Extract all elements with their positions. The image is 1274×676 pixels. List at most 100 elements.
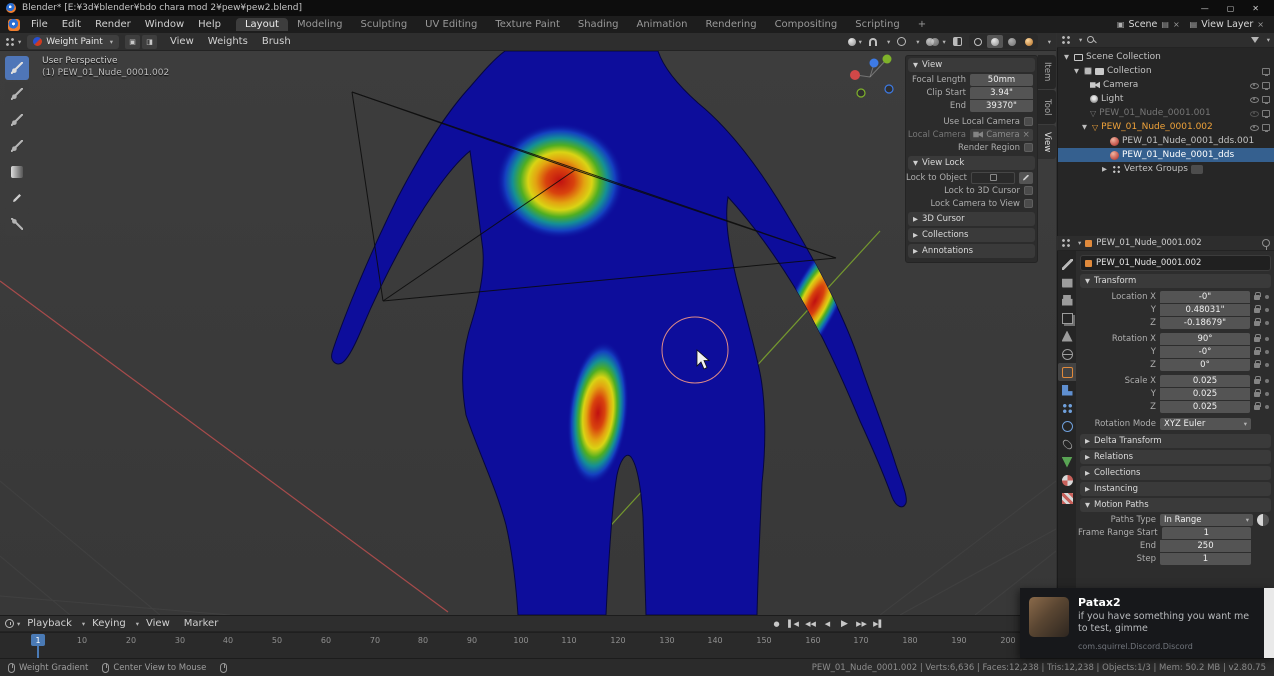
navigation-gizmo[interactable] (850, 55, 893, 98)
disable-in-renders-icon[interactable] (1262, 110, 1270, 117)
tab-object-properties[interactable] (1058, 363, 1076, 381)
collections-panel-header[interactable]: ▶Collections (908, 228, 1035, 242)
workspace-tab-uv-editing[interactable]: UV Editing (416, 18, 486, 31)
prev-keyframe-button[interactable]: ◀◀ (803, 617, 818, 631)
disable-in-renders-icon[interactable] (1262, 68, 1270, 75)
new-scene-button[interactable]: ▤ (1161, 20, 1169, 29)
instancing-panel-header[interactable]: ▶Instancing (1080, 482, 1271, 496)
add-workspace-button[interactable]: + (909, 18, 935, 31)
view-layer-selector[interactable]: ▤ View Layer × (1190, 19, 1264, 30)
outliner-row-mesh-001[interactable]: ▽PEW_01_Nude_0001.001 (1058, 106, 1274, 120)
lock-icon[interactable] (1254, 402, 1261, 411)
snap-magnet-icon[interactable] (869, 38, 877, 46)
local-camera-field[interactable]: Camera× (970, 129, 1033, 141)
tab-tool-properties[interactable] (1058, 255, 1076, 273)
shading-mode-switch[interactable] (969, 34, 1038, 49)
play-button[interactable]: ▶ (837, 617, 852, 631)
animate-dot[interactable] (1265, 379, 1269, 383)
location-z-field[interactable]: -0.18679" (1160, 317, 1250, 329)
relations-panel-header[interactable]: ▶Relations (1080, 450, 1271, 464)
transform-panel-header[interactable]: ▼Transform (1080, 274, 1271, 288)
clip-end-field[interactable]: 39370" (970, 100, 1033, 112)
gizmo-x-axis[interactable] (850, 70, 860, 80)
hide-eye-icon[interactable] (1250, 95, 1259, 104)
play-reverse-button[interactable]: ◀ (820, 617, 835, 631)
gizmo-y-neg-axis[interactable] (857, 89, 865, 97)
tab-output-properties[interactable] (1058, 291, 1076, 309)
workspace-tab-shading[interactable]: Shading (569, 18, 628, 31)
lock-icon[interactable] (1254, 389, 1261, 398)
outliner-row-material-dds-001[interactable]: PEW_01_Nude_0001_dds.001 (1058, 134, 1274, 148)
clear-icon[interactable]: × (1023, 130, 1030, 140)
animate-dot[interactable] (1265, 337, 1269, 341)
animate-dot[interactable] (1265, 321, 1269, 325)
minimize-button[interactable]: — (1192, 4, 1218, 13)
lock-icon[interactable] (1254, 292, 1261, 301)
tab-scene-properties[interactable] (1058, 327, 1076, 345)
location-x-field[interactable]: -0" (1160, 291, 1250, 303)
animate-dot[interactable] (1265, 405, 1269, 409)
outliner-row-vertex-groups[interactable]: ▶Vertex Groups (1058, 162, 1274, 176)
outliner-row-camera[interactable]: Camera (1058, 78, 1274, 92)
outliner-row-mesh-002-active[interactable]: ▼▽PEW_01_Nude_0001.002 (1058, 120, 1274, 134)
frame-range-start-field[interactable]: 1 (1162, 527, 1251, 539)
lock-icon[interactable] (1254, 360, 1261, 369)
use-local-camera-checkbox[interactable] (1024, 117, 1033, 126)
disable-in-renders-icon[interactable] (1262, 96, 1270, 103)
tab-world-properties[interactable] (1058, 345, 1076, 363)
annotations-panel-header[interactable]: ▶Annotations (908, 244, 1035, 258)
tab-render-properties[interactable] (1058, 273, 1076, 291)
menu-window[interactable]: Window (138, 19, 191, 30)
viewport-3d[interactable]: User Perspective (1) PEW_01_Nude_0001.00… (0, 51, 1056, 615)
gizmo-z-neg-axis[interactable] (885, 85, 893, 93)
tab-view-layer-properties[interactable] (1058, 309, 1076, 327)
editor-type-icon[interactable] (5, 37, 15, 47)
tool-blur[interactable] (5, 82, 29, 106)
workspace-tab-modeling[interactable]: Modeling (288, 18, 352, 31)
object-id-block[interactable]: PEW_01_Nude_0001.002 (1080, 255, 1271, 271)
location-y-field[interactable]: 0.48031" (1160, 304, 1250, 316)
animate-dot[interactable] (1265, 392, 1269, 396)
shading-options-chevron-icon[interactable]: ▾ (1048, 38, 1051, 46)
notification-edge-strip[interactable] (1264, 588, 1274, 658)
tool-gradient[interactable] (5, 160, 29, 184)
lock-to-object-field[interactable] (971, 172, 1015, 184)
paint-mask-toggle[interactable]: ▣ (125, 35, 140, 49)
transform-orientation-dropdown[interactable]: ▾ (848, 38, 862, 46)
3d-cursor-panel-header[interactable]: ▶3D Cursor (908, 212, 1035, 226)
paths-display-icon[interactable] (1257, 514, 1269, 526)
tab-item[interactable]: Item (1038, 55, 1056, 89)
filter-chevron-icon[interactable]: ▾ (1267, 36, 1270, 44)
delta-transform-panel-header[interactable]: ▶Delta Transform (1080, 434, 1271, 448)
scale-x-field[interactable]: 0.025 (1160, 375, 1250, 387)
collections-panel-header[interactable]: ▶Collections (1080, 466, 1271, 480)
animate-dot[interactable] (1265, 350, 1269, 354)
tab-particle-properties[interactable] (1058, 399, 1076, 417)
shading-rendered-icon[interactable] (1021, 35, 1037, 48)
lock-icon[interactable] (1254, 334, 1261, 343)
scene-selector[interactable]: ▣ Scene ▤ × (1117, 19, 1180, 30)
lock-icon[interactable] (1254, 347, 1261, 356)
disable-in-renders-icon[interactable] (1262, 82, 1270, 89)
hide-eye-icon[interactable] (1250, 81, 1259, 90)
shading-solid-icon[interactable] (987, 35, 1003, 48)
filter-funnel-icon[interactable] (1251, 37, 1259, 43)
tab-constraint-properties[interactable] (1058, 435, 1076, 453)
tab-tool[interactable]: Tool (1038, 90, 1056, 124)
vertex-mask-toggle[interactable]: ◨ (142, 35, 157, 49)
weight-painted-mesh[interactable] (332, 51, 907, 615)
focal-length-field[interactable]: 50mm (970, 74, 1033, 86)
hide-eye-icon[interactable] (1250, 109, 1259, 118)
shading-material-icon[interactable] (1004, 35, 1020, 48)
collection-checkbox[interactable] (1084, 67, 1092, 75)
animate-dot[interactable] (1265, 308, 1269, 312)
app-menu-icon[interactable] (8, 19, 20, 31)
xray-toggle-icon[interactable] (953, 37, 962, 46)
menu-help[interactable]: Help (191, 19, 228, 30)
rotation-z-field[interactable]: 0° (1160, 359, 1250, 371)
menu-edit[interactable]: Edit (55, 19, 88, 30)
viewport-canvas[interactable] (0, 51, 1056, 615)
mode-dropdown[interactable]: Weight Paint ▾ (27, 35, 119, 49)
properties-editor-icon[interactable] (1061, 238, 1071, 248)
view-panel-header[interactable]: ▼View (908, 58, 1035, 72)
